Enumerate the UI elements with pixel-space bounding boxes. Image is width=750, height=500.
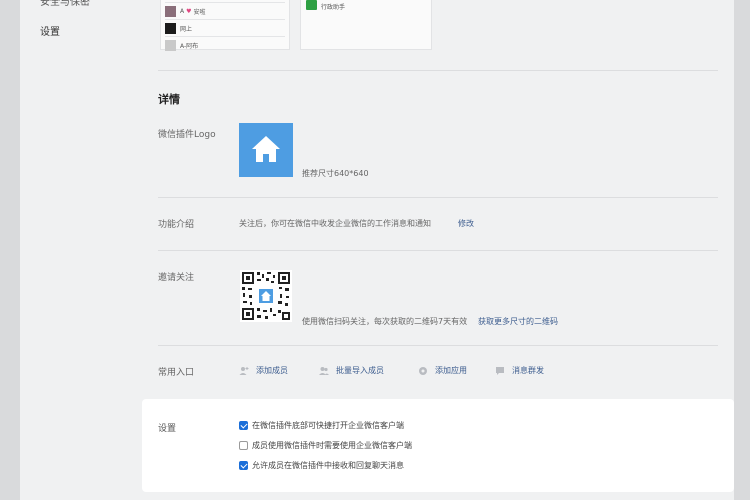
sidebar-item-security[interactable]: 安全与保密 xyxy=(40,0,90,8)
avatar xyxy=(165,5,176,17)
app-icon xyxy=(419,366,427,375)
list-item: 网上 xyxy=(165,21,192,35)
logo-upload[interactable] xyxy=(239,123,293,177)
intro-label: 功能介绍 xyxy=(158,220,195,230)
sidebar-item-settings[interactable]: 设置 xyxy=(40,23,60,38)
shortcut-add-member[interactable]: 添加成员 xyxy=(239,365,288,376)
option-require-client[interactable]: 成员使用微信插件时需要使用企业微信客户端 xyxy=(239,440,412,451)
divider xyxy=(165,19,285,20)
member-name: 网上 xyxy=(180,25,193,33)
section-title: 详情 xyxy=(158,93,180,106)
logo-size-hint: 推荐尺寸640*640 xyxy=(302,169,369,178)
intro-edit-link[interactable]: 修改 xyxy=(458,218,474,229)
message-icon xyxy=(496,366,504,375)
shortcut-batch-import[interactable]: 批量导入成员 xyxy=(319,365,384,376)
shortcut-label: 消息群发 xyxy=(512,366,544,375)
more-qr-sizes-link[interactable]: 获取更多尺寸的二维码 xyxy=(478,316,558,327)
shortcut-add-app[interactable]: 添加应用 xyxy=(418,365,467,376)
shortcut-label: 批量导入成员 xyxy=(336,366,384,375)
shortcut-label: 添加成员 xyxy=(256,366,288,375)
checkbox-quick-open[interactable] xyxy=(239,421,248,430)
invite-label: 邀请关注 xyxy=(158,273,195,283)
option-label: 在微信插件底部可快捷打开企业微信客户端 xyxy=(252,421,404,430)
shortcut-broadcast[interactable]: 消息群发 xyxy=(495,365,544,376)
add-user-icon xyxy=(239,366,249,375)
intro-text: 关注后，你可在微信中收发企业微信的工作消息和通知 xyxy=(239,219,431,228)
member-name: A xyxy=(180,7,185,15)
sidebar: 安全与保密 设置 xyxy=(20,0,142,500)
shortcuts-label: 常用入口 xyxy=(158,368,195,378)
member-name: A-阿布 xyxy=(180,42,199,50)
invite-text: 使用微信扫码关注，每次获取的二维码7天有效 xyxy=(302,317,468,326)
list-item: A-阿布 xyxy=(165,38,198,52)
avatar xyxy=(165,39,176,51)
option-allow-chat[interactable]: 允许成员在微信插件中接收和回复聊天消息 xyxy=(239,460,404,471)
app-icon xyxy=(306,0,317,10)
checkbox-require-client[interactable] xyxy=(239,441,248,450)
divider xyxy=(158,70,718,71)
shortcut-label: 添加应用 xyxy=(435,366,467,375)
users-icon xyxy=(319,366,329,375)
list-item: A ♥ 安啦 xyxy=(165,4,206,18)
divider xyxy=(165,2,285,3)
option-quick-open[interactable]: 在微信插件底部可快捷打开企业微信客户端 xyxy=(239,420,404,431)
app-preview-card: 行政助手 xyxy=(300,0,432,50)
divider xyxy=(165,36,285,37)
app-label: 行政助手 xyxy=(321,4,346,11)
settings-card: 设置 在微信插件底部可快捷打开企业微信客户端 成员使用微信插件时需要使用企业微信… xyxy=(142,399,734,492)
checkbox-allow-chat[interactable] xyxy=(239,461,248,470)
avatar xyxy=(165,22,176,34)
divider xyxy=(158,197,718,198)
heart-icon: ♥ xyxy=(186,7,192,15)
settings-label: 设置 xyxy=(158,424,177,434)
member-extra: 安啦 xyxy=(193,8,206,16)
option-label: 成员使用微信插件时需要使用企业微信客户端 xyxy=(252,441,412,450)
option-label: 允许成员在微信插件中接收和回复聊天消息 xyxy=(252,461,404,470)
home-icon xyxy=(252,136,280,162)
divider xyxy=(158,345,718,346)
member-preview-card: A ♥ 安啦 网上 A-阿布 xyxy=(160,0,290,52)
divider xyxy=(158,250,718,251)
qr-code-icon xyxy=(240,270,292,322)
logo-label: 微信插件Logo xyxy=(158,130,216,140)
